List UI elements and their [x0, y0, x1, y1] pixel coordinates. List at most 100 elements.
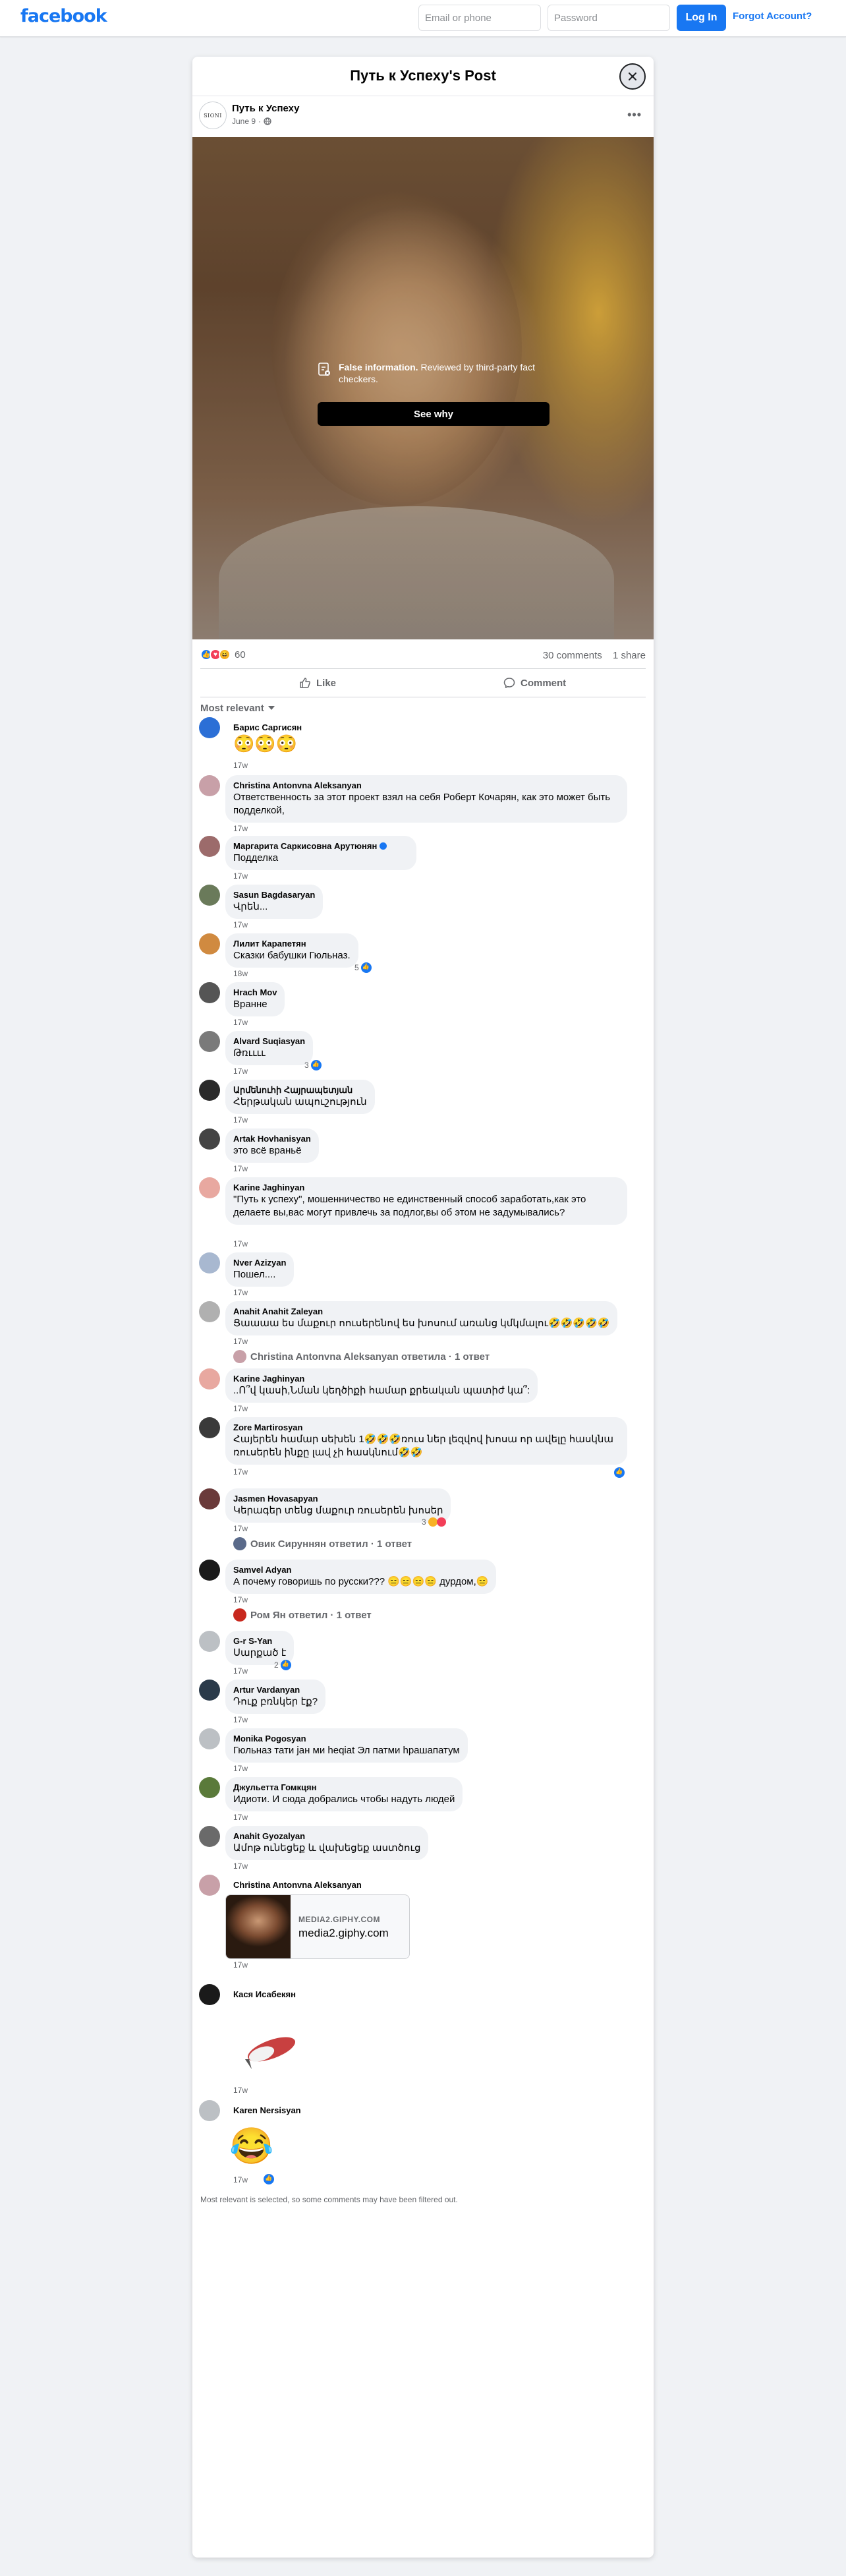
comment-time[interactable]: 17w: [233, 1595, 248, 1604]
comment-time[interactable]: 17w: [233, 824, 248, 833]
comment-author[interactable]: Zore Martirosyan: [233, 1422, 619, 1433]
comment-author[interactable]: Барис Саргисян: [233, 722, 302, 733]
shares-count-link[interactable]: 1 share: [613, 650, 646, 661]
avatar[interactable]: [199, 1080, 220, 1101]
comment-time[interactable]: 17w: [233, 1239, 248, 1248]
comment-time[interactable]: 17w: [233, 1018, 248, 1027]
comment-author[interactable]: G-r S-Yan: [233, 1636, 286, 1647]
avatar[interactable]: [199, 1875, 220, 1896]
avatar[interactable]: [199, 1031, 220, 1052]
more-options-button[interactable]: •••: [627, 108, 642, 122]
avatar[interactable]: [199, 885, 220, 906]
avatar[interactable]: [199, 1301, 220, 1322]
avatar[interactable]: [199, 1252, 220, 1273]
avatar[interactable]: [199, 1631, 220, 1652]
avatar[interactable]: [199, 2100, 220, 2121]
forgot-account-link[interactable]: Forgot Account?: [733, 11, 812, 22]
comment-likes[interactable]: 3: [304, 1060, 322, 1070]
comment-time[interactable]: 17w: [233, 1666, 248, 1676]
comment-time[interactable]: 17w: [233, 1337, 248, 1346]
comment-time[interactable]: 17w: [233, 1764, 248, 1773]
comment-time[interactable]: 17w: [233, 1960, 248, 1970]
avatar[interactable]: [199, 1984, 220, 2005]
comment-author[interactable]: Кася Исабекян: [233, 1989, 296, 2000]
comments-count-link[interactable]: 30 comments: [543, 650, 602, 661]
avatar[interactable]: [199, 1128, 220, 1150]
comment-author[interactable]: Anahit Anahit Zaleyan: [233, 1306, 609, 1317]
comment-author[interactable]: Jasmen Hovasapyan: [233, 1494, 443, 1504]
page-avatar[interactable]: SIONI: [199, 102, 227, 129]
avatar[interactable]: [199, 1560, 220, 1581]
close-button[interactable]: [619, 63, 646, 90]
comment-author[interactable]: Artak Hovhanisyan: [233, 1134, 311, 1144]
comment-author[interactable]: Artur Vardanyan: [233, 1685, 318, 1695]
view-replies-link[interactable]: Овик Сируннян ответил · 1 ответ: [233, 1537, 412, 1550]
avatar[interactable]: [199, 1777, 220, 1798]
comment-time[interactable]: 17w: [233, 1467, 248, 1477]
facebook-logo[interactable]: facebook: [20, 6, 107, 26]
reactions-summary[interactable]: 👍 ♥ 😆 60: [200, 649, 246, 660]
comment-author[interactable]: Лилит Карапетян: [233, 939, 351, 949]
avatar[interactable]: [199, 1417, 220, 1438]
comment-time[interactable]: 18w: [233, 969, 248, 978]
comment-author[interactable]: Christina Antonvna Aleksanyan: [233, 1880, 362, 1890]
comment-time[interactable]: 17w: [233, 1813, 248, 1822]
comment-likes[interactable]: [264, 2174, 274, 2184]
avatar[interactable]: [199, 933, 220, 954]
comment-time[interactable]: 17w: [233, 1861, 248, 1871]
comment-author[interactable]: Monika Pogosyan: [233, 1734, 460, 1744]
email-or-phone-input[interactable]: [418, 5, 541, 31]
avatar[interactable]: [199, 836, 220, 857]
comment-time[interactable]: 17w: [233, 1715, 248, 1724]
comment-author[interactable]: Karine Jaghinyan: [233, 1183, 619, 1193]
giphy-link-preview[interactable]: MEDIA2.GIPHY.COM media2.giphy.com: [225, 1894, 410, 1959]
view-replies-link[interactable]: Ром Ян ответил · 1 ответ: [233, 1608, 372, 1622]
sticker-image[interactable]: [232, 2013, 311, 2079]
comment-time[interactable]: 17w: [233, 1524, 248, 1533]
comment-author[interactable]: Karine Jaghinyan: [233, 1374, 530, 1384]
comment-author[interactable]: Արմենուհի Հայրապետյան: [233, 1085, 367, 1096]
comment-time[interactable]: 17w: [233, 1115, 248, 1125]
comment-time[interactable]: 17w: [233, 2086, 248, 2095]
comment-likes[interactable]: 3: [422, 1517, 446, 1527]
comment-author[interactable]: Джульетта Гомкцян: [233, 1782, 455, 1793]
comment-likes[interactable]: 5: [354, 962, 372, 973]
comment-author[interactable]: Christina Antonvna Aleksanyan: [233, 780, 619, 791]
avatar[interactable]: [199, 1680, 220, 1701]
comment-time[interactable]: 17w: [233, 1164, 248, 1173]
avatar[interactable]: [199, 1177, 220, 1198]
comment-time[interactable]: 17w: [233, 1067, 248, 1076]
post-date[interactable]: June 9: [232, 117, 256, 126]
avatar[interactable]: [199, 1826, 220, 1847]
comment-author[interactable]: Samvel Adyan: [233, 1565, 488, 1575]
avatar[interactable]: [199, 1368, 220, 1390]
log-in-button[interactable]: Log In: [677, 5, 726, 31]
password-input[interactable]: [548, 5, 670, 31]
comment-sort-dropdown[interactable]: Most relevant: [200, 697, 275, 718]
avatar[interactable]: [199, 775, 220, 796]
comment-author[interactable]: Anahit Gyozalyan: [233, 1831, 420, 1842]
comment-author-name[interactable]: Маргарита Саркисовна Арутюнян: [233, 841, 377, 851]
comment-author[interactable]: Hrach Mov: [233, 987, 277, 998]
comment-author[interactable]: Karen Nersisyan: [233, 2105, 301, 2116]
avatar[interactable]: [199, 982, 220, 1003]
avatar[interactable]: [199, 1728, 220, 1749]
comment-time[interactable]: 17w: [233, 2175, 248, 2184]
comment-time[interactable]: 17w: [233, 1288, 248, 1297]
comment-time[interactable]: 17w: [233, 871, 248, 881]
comment-author[interactable]: Sasun Bagdasaryan: [233, 890, 315, 900]
post-image-blurred[interactable]: False information. Reviewed by third-par…: [192, 137, 654, 639]
avatar[interactable]: [199, 1488, 220, 1509]
comment-button[interactable]: Comment: [503, 669, 566, 697]
comment-time[interactable]: 17w: [233, 920, 248, 929]
page-name[interactable]: Путь к Успеху: [232, 103, 300, 114]
comment-likes[interactable]: [614, 1467, 625, 1478]
like-button[interactable]: Like: [299, 669, 336, 697]
comment-time[interactable]: 17w: [233, 1404, 248, 1413]
comment-likes[interactable]: 2: [274, 1660, 291, 1670]
comment-author[interactable]: Nver Azizyan: [233, 1258, 286, 1268]
comment-time[interactable]: 17w: [233, 761, 248, 770]
see-why-button[interactable]: See why: [318, 402, 550, 426]
avatar[interactable]: [199, 717, 220, 738]
view-replies-link[interactable]: Christina Antonvna Aleksanyan ответила ·…: [233, 1350, 490, 1363]
